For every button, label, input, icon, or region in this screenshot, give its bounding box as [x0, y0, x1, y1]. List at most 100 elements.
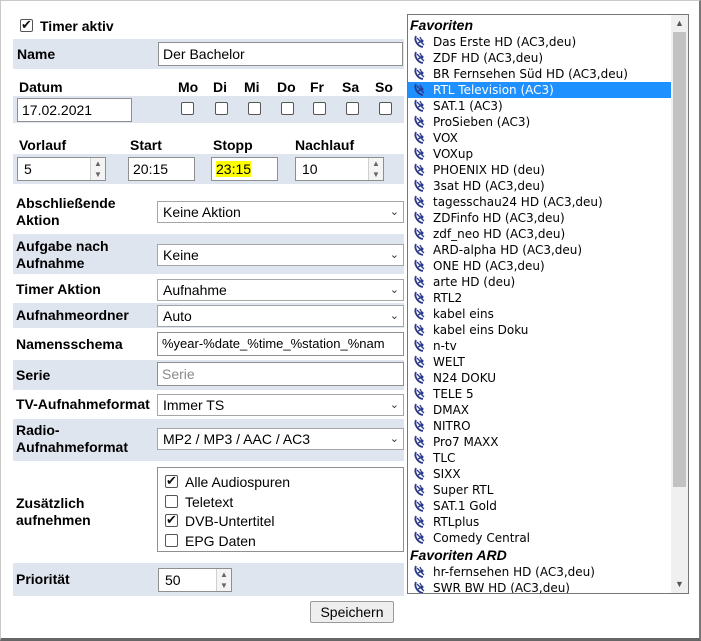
- channel-item[interactable]: ProSieben (AC3): [408, 114, 671, 130]
- scroll-down-icon[interactable]: ▼: [671, 576, 688, 593]
- day-checkbox-sa[interactable]: [346, 102, 359, 115]
- channel-item[interactable]: ZDF HD (AC3,deu): [408, 50, 671, 66]
- channel-item[interactable]: arte HD (deu): [408, 274, 671, 290]
- channel-item[interactable]: kabel eins: [408, 306, 671, 322]
- final-action-select[interactable]: Keine Aktion ⌄: [157, 201, 404, 223]
- channel-item[interactable]: BR Fernsehen Süd HD (AC3,deu): [408, 66, 671, 82]
- satellite-dish-icon: [414, 163, 425, 176]
- channel-item[interactable]: Super RTL: [408, 482, 671, 498]
- channel-item[interactable]: N24 DOKU: [408, 370, 671, 386]
- spinner-buttons[interactable]: ▲ ▼: [368, 158, 383, 180]
- day-checkbox-mi[interactable]: [248, 102, 261, 115]
- channel-item[interactable]: WELT: [408, 354, 671, 370]
- channel-item[interactable]: tagesschau24 HD (AC3,deu): [408, 194, 671, 210]
- start-time-input[interactable]: 20:15: [128, 157, 195, 181]
- channel-item[interactable]: ONE HD (AC3,deu): [408, 258, 671, 274]
- timer-active-checkbox[interactable]: [20, 17, 33, 33]
- channel-item[interactable]: ARD-alpha HD (AC3,deu): [408, 242, 671, 258]
- name-input[interactable]: Der Bachelor: [158, 42, 403, 66]
- stop-time-input[interactable]: 23:15: [211, 157, 278, 181]
- channel-item[interactable]: zdf_neo HD (AC3,deu): [408, 226, 671, 242]
- spinner-buttons[interactable]: ▲ ▼: [90, 158, 105, 180]
- satellite-dish-icon: [414, 565, 425, 578]
- channel-item[interactable]: VOXup: [408, 146, 671, 162]
- satellite-dish-icon: [414, 483, 425, 496]
- satellite-dish-icon: [414, 67, 425, 80]
- channel-item[interactable]: RTL2: [408, 290, 671, 306]
- final-action-label: Abschließende Aktion: [16, 195, 116, 228]
- dvb-subtitles-checkbox[interactable]: [165, 512, 178, 528]
- series-input[interactable]: Serie: [157, 362, 404, 386]
- day-label-sa: Sa: [342, 79, 360, 95]
- naming-label: Namensschema: [16, 336, 123, 352]
- satellite-dish-icon: [414, 467, 425, 480]
- scrollbar-thumb[interactable]: [673, 32, 686, 487]
- satellite-dish-icon: [414, 291, 425, 304]
- channel-item[interactable]: RTLplus: [408, 514, 671, 530]
- tv-format-label: TV-Aufnahmeformat: [16, 396, 150, 412]
- day-label-do: Do: [277, 79, 296, 95]
- channel-item[interactable]: Pro7 MAXX: [408, 434, 671, 450]
- epg-data-checkbox[interactable]: [165, 534, 178, 547]
- timer-action-select[interactable]: Aufnahme ⌄: [157, 279, 404, 301]
- radio-format-label: Radio- Aufnahmeformat: [16, 422, 129, 455]
- day-label-di: Di: [213, 79, 227, 95]
- lead-time-label: Vorlauf: [19, 137, 67, 153]
- channel-item[interactable]: VOX: [408, 130, 671, 146]
- series-label: Serie: [16, 367, 51, 383]
- priority-value: 50: [165, 572, 181, 588]
- satellite-dish-icon: [414, 531, 425, 544]
- channel-item[interactable]: ZDFinfo HD (AC3,deu): [408, 210, 671, 226]
- priority-spinner[interactable]: 50 ▲ ▼: [158, 568, 232, 592]
- channel-item[interactable]: hr-fernsehen HD (AC3,deu): [408, 564, 671, 580]
- channel-item[interactable]: PHOENIX HD (deu): [408, 162, 671, 178]
- satellite-dish-icon: [414, 99, 425, 112]
- day-checkbox-mo[interactable]: [181, 102, 194, 115]
- channel-item[interactable]: SAT.1 (AC3): [408, 98, 671, 114]
- date-input[interactable]: 17.02.2021: [17, 98, 132, 122]
- channel-item[interactable]: DMAX: [408, 402, 671, 418]
- day-checkbox-so[interactable]: [379, 102, 392, 115]
- channel-item[interactable]: 3sat HD (AC3,deu): [408, 178, 671, 194]
- channel-item[interactable]: n-tv: [408, 338, 671, 354]
- lead-time-spinner[interactable]: 5 ▲ ▼: [17, 157, 106, 181]
- day-checkbox-fr[interactable]: [313, 102, 326, 115]
- channel-item[interactable]: SIXX: [408, 466, 671, 482]
- all-audio-checkbox[interactable]: [165, 473, 178, 489]
- channel-item[interactable]: Das Erste HD (AC3,deu): [408, 34, 671, 50]
- day-checkbox-do[interactable]: [281, 102, 294, 115]
- radio-format-select[interactable]: MP2 / MP3 / AAC / AC3 ⌄: [157, 428, 404, 450]
- stop-label: Stopp: [213, 137, 253, 153]
- dvb-subtitles-label: DVB-Untertitel: [185, 513, 275, 529]
- satellite-dish-icon: [414, 83, 425, 96]
- save-button[interactable]: Speichern: [310, 601, 394, 623]
- after-task-label: Aufgabe nach Aufnahme: [16, 238, 109, 271]
- channel-item[interactable]: SAT.1 Gold: [408, 498, 671, 514]
- scroll-up-icon[interactable]: ▲: [671, 15, 688, 32]
- channel-item[interactable]: TELE 5: [408, 386, 671, 402]
- trail-time-spinner[interactable]: 10 ▲ ▼: [295, 157, 384, 181]
- after-task-select[interactable]: Keine ⌄: [157, 244, 404, 266]
- channel-item[interactable]: RTL Television (AC3): [408, 82, 671, 98]
- teletext-checkbox[interactable]: [165, 495, 178, 508]
- satellite-dish-icon: [414, 515, 425, 528]
- channel-list[interactable]: Favoriten Das Erste HD (AC3,deu) ZDF HD (…: [407, 14, 689, 594]
- channel-item[interactable]: SWR BW HD (AC3,deu): [408, 580, 671, 593]
- date-label: Datum: [19, 79, 63, 95]
- satellite-dish-icon: [414, 499, 425, 512]
- day-checkbox-di[interactable]: [215, 102, 228, 115]
- channel-item[interactable]: NITRO: [408, 418, 671, 434]
- channel-item[interactable]: kabel eins Doku: [408, 322, 671, 338]
- spinner-buttons[interactable]: ▲ ▼: [216, 569, 231, 591]
- naming-input[interactable]: %year-%date_%time_%station_%nam: [157, 332, 404, 356]
- rec-folder-select[interactable]: Auto ⌄: [157, 305, 404, 327]
- day-label-so: So: [375, 79, 393, 95]
- trail-time-label: Nachlauf: [295, 137, 355, 153]
- channel-list-scrollbar[interactable]: ▲ ▼: [671, 15, 688, 593]
- tv-format-select[interactable]: Immer TS ⌄: [157, 394, 404, 416]
- satellite-dish-icon: [414, 147, 425, 160]
- day-label-mi: Mi: [244, 79, 260, 95]
- channel-item[interactable]: Comedy Central: [408, 530, 671, 546]
- satellite-dish-icon: [414, 323, 425, 336]
- channel-item[interactable]: TLC: [408, 450, 671, 466]
